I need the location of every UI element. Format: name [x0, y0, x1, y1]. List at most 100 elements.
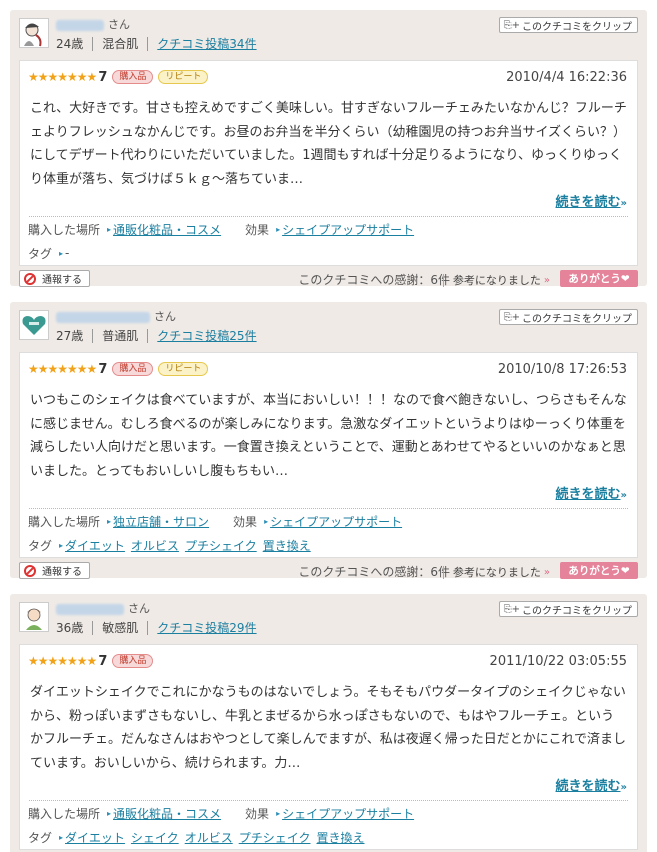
tag-link[interactable]: シェイク	[131, 829, 179, 846]
tag-link[interactable]: プチシェイク	[185, 537, 257, 554]
heart-icon: ❤	[620, 564, 630, 577]
user-name[interactable]: さん	[56, 308, 176, 324]
user-meta: 27歳 普通肌 クチコミ投稿25件	[56, 327, 257, 344]
user-age: 36歳	[56, 621, 84, 635]
badge-purchased: 購入品	[112, 362, 154, 376]
review-card: さん 36歳 敏感肌 クチコミ投稿29件 ⎘+ このクチコミをクリップ ★★★★★…	[10, 594, 647, 852]
prohibited-icon	[24, 272, 36, 285]
review-card: さん 24歳 混合肌 クチコミ投稿34件 ⎘+ このクチコミをクリップ ★★★★★…	[10, 10, 647, 288]
tag-link[interactable]: プチシェイク	[239, 829, 311, 846]
double-chevron-icon: »	[543, 274, 550, 286]
user-posts-link[interactable]: クチコミ投稿25件	[157, 327, 256, 344]
triangle-icon: ▸	[276, 808, 281, 818]
clip-button[interactable]: ⎘+ このクチコミをクリップ	[498, 309, 638, 325]
chevron-right-icon: »	[620, 782, 627, 793]
user-skin: 普通肌	[102, 329, 139, 343]
triangle-icon: ▸	[59, 540, 64, 550]
effect-label: 効果	[233, 514, 258, 529]
badge-repeat: リピート	[158, 362, 209, 376]
user-avatar[interactable]	[19, 602, 49, 632]
review-text: これ、大好きです。甘さも控えめですごく美味しい。甘すぎないフルーチェみたいなかん…	[30, 101, 627, 187]
clip-icon: ⎘+	[503, 19, 520, 31]
tag-link[interactable]: ダイエット	[65, 829, 125, 846]
review-body: ★★★★★★★ 7 購入品 リピート 2010/10/8 17:26:53 いつ…	[19, 352, 638, 558]
effect-label: 効果	[245, 222, 270, 237]
rating-score: 7	[98, 361, 108, 377]
thanks-count: このクチコミへの感謝：6件	[298, 273, 450, 287]
tag-link[interactable]: オルビス	[185, 829, 233, 846]
thanks-button[interactable]: ありがとう ❤	[560, 562, 638, 579]
clip-button[interactable]: ⎘+ このクチコミをクリップ	[498, 601, 638, 617]
tag-link[interactable]: オルビス	[131, 537, 179, 554]
effect-link[interactable]: シェイプアップサポート	[282, 805, 414, 822]
double-chevron-icon: »	[543, 566, 550, 578]
triangle-icon: ▸	[264, 516, 269, 526]
triangle-icon: ▸	[107, 224, 112, 234]
user-age: 24歳	[56, 37, 84, 51]
tag-label: タグ	[28, 246, 53, 261]
prohibited-icon	[24, 564, 36, 577]
read-more-link[interactable]: 続きを読む	[556, 487, 621, 502]
rating-stars: ★★★★★★★	[28, 362, 97, 376]
thanks-button[interactable]: ありがとう ❤	[560, 270, 638, 287]
badge-repeat: リピート	[158, 70, 209, 84]
tag-link[interactable]: ダイエット	[65, 537, 125, 554]
read-more-link[interactable]: 続きを読む	[556, 779, 621, 794]
review-body: ★★★★★★★ 7 購入品 2011/10/22 03:05:55 ダイエットシ…	[19, 644, 638, 850]
report-button[interactable]: 通報する	[19, 562, 90, 579]
clip-icon: ⎘+	[503, 311, 520, 323]
rating-stars: ★★★★★★★	[28, 654, 97, 668]
rating-score: 7	[98, 653, 108, 669]
user-name[interactable]: さん	[56, 16, 130, 32]
triangle-icon: ▸	[59, 832, 64, 842]
tag-label: タグ	[28, 830, 53, 845]
user-skin: 混合肌	[102, 37, 139, 51]
tag-link[interactable]: 置き換え	[316, 829, 364, 846]
helpful-label: 参考になりました»	[442, 564, 550, 580]
badge-purchased: 購入品	[112, 654, 154, 668]
place-label: 購入した場所	[28, 514, 101, 529]
tag-label: タグ	[28, 538, 53, 553]
review-text: いつもこのシェイクは食べていますが、本当においしい！！！なので食べ飽きないし、つ…	[30, 393, 627, 479]
review-date: 2010/4/4 16:22:36	[506, 70, 627, 85]
rating-stars: ★★★★★★★	[28, 70, 97, 84]
user-meta: 24歳 混合肌 クチコミ投稿34件	[56, 35, 257, 52]
triangle-icon: ▸	[59, 248, 64, 258]
thanks-count: このクチコミへの感謝：6件	[298, 565, 450, 579]
user-age: 27歳	[56, 329, 84, 343]
clip-button[interactable]: ⎘+ このクチコミをクリップ	[498, 17, 638, 33]
user-meta: 36歳 敏感肌 クチコミ投稿29件	[56, 619, 257, 636]
triangle-icon: ▸	[107, 516, 112, 526]
place-link[interactable]: 通販化粧品・コスメ	[113, 221, 221, 238]
report-button[interactable]: 通報する	[19, 270, 90, 287]
read-more-link[interactable]: 続きを読む	[556, 195, 621, 210]
place-label: 購入した場所	[28, 222, 101, 237]
triangle-icon: ▸	[107, 808, 112, 818]
place-label: 購入した場所	[28, 806, 101, 821]
user-posts-link[interactable]: クチコミ投稿34件	[157, 35, 256, 52]
user-posts-link[interactable]: クチコミ投稿29件	[157, 619, 256, 636]
heart-icon: ❤	[620, 272, 630, 285]
review-date: 2010/10/8 17:26:53	[497, 362, 627, 377]
review-body: ★★★★★★★ 7 購入品 リピート 2010/4/4 16:22:36 これ、…	[19, 60, 638, 266]
clip-icon: ⎘+	[503, 603, 520, 615]
user-name[interactable]: さん	[56, 600, 150, 616]
rating-score: 7	[98, 69, 108, 85]
helpful-label: 参考になりました»	[442, 272, 550, 288]
chevron-right-icon: »	[620, 490, 627, 501]
user-avatar[interactable]	[19, 18, 49, 48]
triangle-icon: ▸	[276, 224, 281, 234]
tag-empty: -	[65, 246, 70, 260]
effect-link[interactable]: シェイプアップサポート	[270, 513, 402, 530]
tag-link[interactable]: 置き換え	[263, 537, 311, 554]
place-link[interactable]: 独立店舗・サロン	[113, 513, 209, 530]
user-avatar[interactable]	[19, 310, 49, 340]
effect-label: 効果	[245, 806, 270, 821]
review-card: さん 27歳 普通肌 クチコミ投稿25件 ⎘+ このクチコミをクリップ ★★★★★…	[10, 302, 647, 580]
effect-link[interactable]: シェイプアップサポート	[282, 221, 414, 238]
user-skin: 敏感肌	[102, 621, 139, 635]
chevron-right-icon: »	[620, 198, 627, 209]
review-text: ダイエットシェイクでこれにかなうものはないでしょう。そもそもパウダータイプのシェ…	[30, 685, 627, 771]
place-link[interactable]: 通販化粧品・コスメ	[113, 805, 221, 822]
review-date: 2011/10/22 03:05:55	[489, 654, 627, 669]
